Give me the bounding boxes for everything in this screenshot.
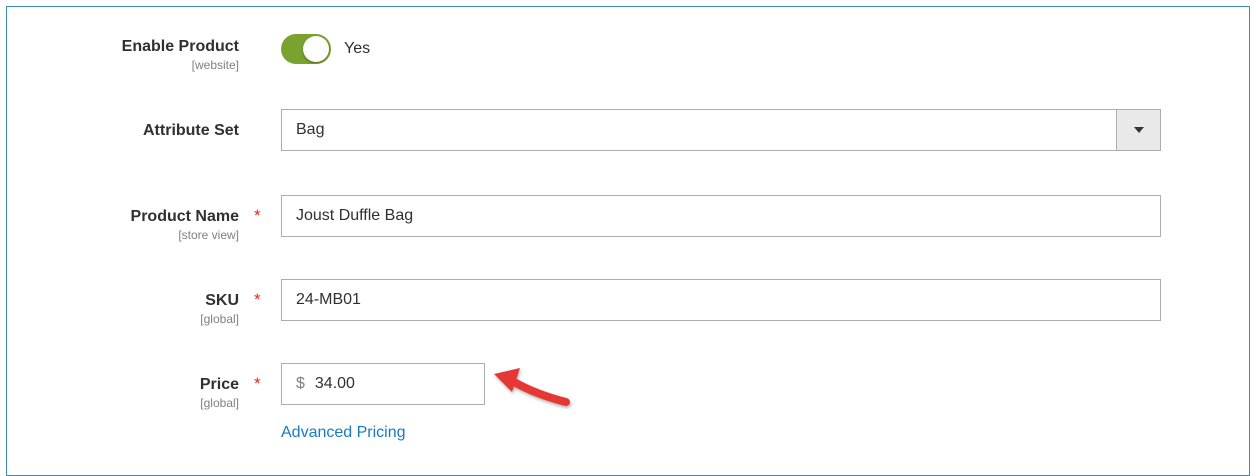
attribute-set-dropdown-button[interactable] [1116,110,1160,150]
arrow-annotation-icon [494,368,570,406]
attribute-set-value: Bag [296,121,325,138]
chevron-down-icon [1134,127,1144,133]
currency-symbol: $ [296,375,305,392]
sku-label: SKU [205,292,239,309]
advanced-pricing-link[interactable]: Advanced Pricing [281,424,406,442]
attribute-set-select[interactable]: Bag [281,109,1161,151]
price-scope: [global] [200,396,239,410]
sku-scope: [global] [200,312,239,326]
sku-value: 24-MB01 [296,291,361,308]
product-name-label-group: Product Name [store view] [131,208,239,242]
enable-product-label-group: Enable Product [website] [122,38,239,72]
enable-product-label: Enable Product [121,38,239,55]
product-name-value: Joust Duffle Bag [296,207,414,224]
enable-product-scope: [website] [191,58,239,72]
product-name-input[interactable]: Joust Duffle Bag [281,195,1161,237]
sku-label-group: SKU [global] [200,292,239,326]
price-input[interactable]: $34.00 [281,363,485,405]
product-name-scope: [store view] [178,228,239,242]
attribute-set-label: Attribute Set [143,122,239,139]
price-required-marker: * [254,374,261,393]
product-name-label: Product Name [130,208,239,225]
price-label-group: Price [global] [200,376,239,410]
enable-product-value: Yes [344,40,371,57]
sku-required-marker: * [254,290,261,309]
enable-product-toggle[interactable] [281,34,331,64]
attribute-set-label-group: Attribute Set [143,122,239,140]
product-name-required-marker: * [254,206,261,225]
sku-input[interactable]: 24-MB01 [281,279,1161,321]
toggle-knob [303,36,329,62]
price-value: 34.00 [314,375,355,392]
price-label: Price [199,376,239,393]
